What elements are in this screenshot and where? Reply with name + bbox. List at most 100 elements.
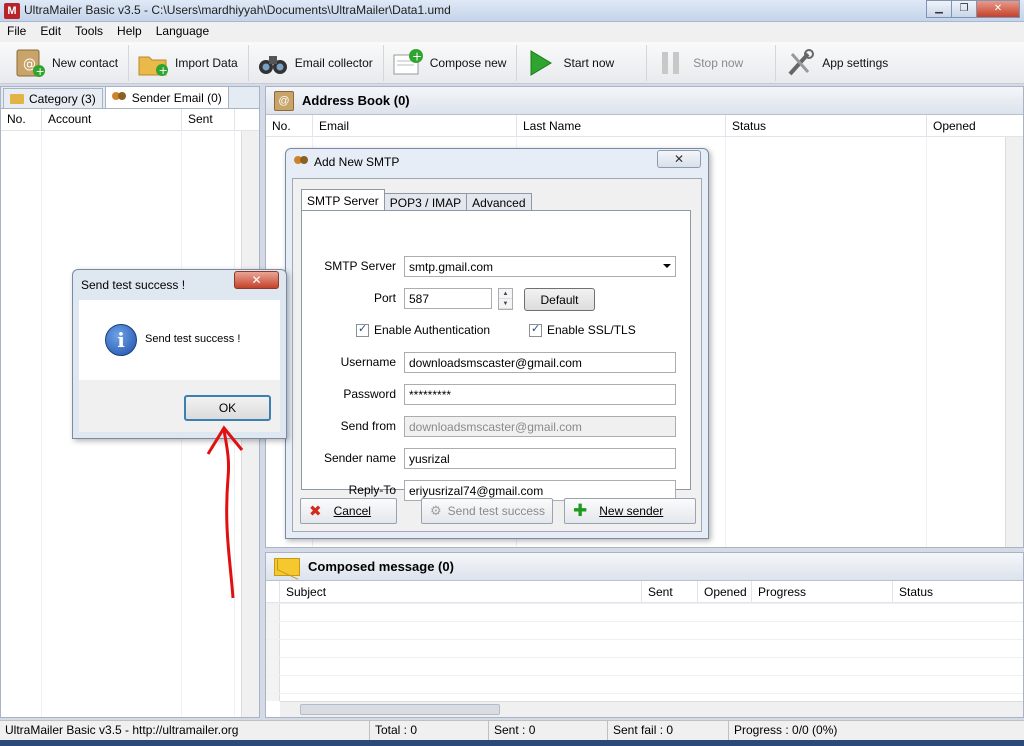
minimize-button[interactable]: ▁ (926, 0, 952, 18)
pause-icon (655, 48, 687, 78)
tab-smtp-server[interactable]: SMTP Server (301, 189, 385, 211)
col-email[interactable]: Email (313, 115, 517, 136)
import-folder-icon: + (137, 48, 169, 78)
send-test-message-box: Send test success ! ✕ i Send test succes… (72, 269, 287, 439)
col-account[interactable]: Account (42, 109, 182, 130)
tab-advanced[interactable]: Advanced (466, 193, 532, 211)
col-status[interactable]: Status (893, 581, 1003, 602)
cancel-x-icon: ✖ (309, 503, 322, 520)
envelope-icon (274, 557, 300, 576)
status-bar: UltraMailer Basic v3.5 - http://ultramai… (0, 720, 1024, 740)
menu-help[interactable]: Help (110, 22, 149, 42)
col-progress[interactable]: Progress (752, 581, 893, 602)
checkbox-checked-icon[interactable] (356, 322, 369, 337)
tab-sender-email[interactable]: Sender Email (0) (104, 86, 229, 108)
menu-tools[interactable]: Tools (68, 22, 110, 42)
menu-file[interactable]: File (0, 22, 33, 42)
svg-text:+: + (412, 49, 422, 63)
import-data-button[interactable]: + Import Data (129, 44, 249, 81)
cancel-button[interactable]: ✖ Cancel (300, 498, 397, 524)
default-button[interactable]: Default (524, 288, 595, 311)
col-no[interactable]: No. (266, 115, 313, 136)
start-now-button[interactable]: Start now (517, 44, 648, 81)
address-book-title: Address Book (0) (302, 93, 410, 108)
menu-bar: File Edit Tools Help Language (0, 22, 1024, 42)
new-contact-icon: @ + (14, 48, 46, 78)
stop-now-button[interactable]: Stop now (647, 44, 777, 81)
red-arrow-annotation (206, 425, 244, 599)
sender-name-input[interactable]: yusrizal (404, 448, 676, 469)
left-grid-header: No. Account Sent (1, 109, 259, 131)
new-sender-button[interactable]: ✚ New sender (564, 498, 696, 524)
window-title: UltraMailer Basic v3.5 - C:\Users\mardhi… (24, 3, 451, 17)
smtp-server-label: SMTP Server (324, 259, 396, 273)
app-icon: M (4, 3, 20, 19)
message-box-title: Send test success ! (81, 278, 186, 292)
status-total: Total : 0 (370, 721, 489, 740)
folder-icon (10, 93, 24, 104)
status-sent: Sent : 0 (489, 721, 608, 740)
gear-icon: ⚙ (430, 503, 442, 518)
enable-authentication-checkbox[interactable]: Enable Authentication (356, 322, 490, 337)
password-input[interactable]: ********* (404, 384, 676, 405)
port-input[interactable]: 587 (404, 288, 492, 309)
composed-message-panel: Composed message (0) Subject Sent Opened… (265, 552, 1024, 718)
send-from-input: downloadsmscaster@gmail.com (404, 416, 676, 437)
port-label: Port (373, 291, 396, 305)
composed-message-grid[interactable] (266, 603, 1023, 701)
col-last-name[interactable]: Last Name (517, 115, 726, 136)
address-book-icon: @ (274, 90, 294, 111)
people-icon (111, 91, 128, 104)
toolbar: @ + New contact + Import Data Email colle… (0, 42, 1024, 84)
col-sent[interactable]: Sent (642, 581, 698, 602)
message-box-close-button[interactable]: ✕ (234, 271, 279, 289)
menu-language[interactable]: Language (149, 22, 216, 42)
app-settings-button[interactable]: App settings (776, 45, 898, 81)
status-app: UltraMailer Basic v3.5 - http://ultramai… (0, 721, 370, 740)
tab-category[interactable]: Category (3) (3, 88, 103, 108)
close-window-button[interactable]: ✕ (976, 0, 1020, 18)
col-status[interactable]: Status (726, 115, 927, 136)
svg-text:+: + (159, 64, 168, 77)
svg-text:+: + (36, 65, 45, 78)
reply-to-label: Reply-To (348, 483, 396, 497)
username-label: Username (340, 355, 396, 369)
chevron-down-icon[interactable] (663, 264, 671, 268)
smtp-server-select[interactable]: smtp.gmail.com (404, 256, 676, 277)
binoculars-icon (257, 48, 289, 78)
dialog-close-button[interactable]: ✕ (657, 150, 701, 168)
new-contact-button[interactable]: @ + New contact (0, 44, 130, 81)
enable-ssl-checkbox[interactable]: Enable SSL/TLS (529, 322, 636, 337)
port-stepper[interactable]: ▲ ▼ (498, 288, 513, 310)
col-opened[interactable]: Opened (698, 581, 752, 602)
col-no[interactable]: No. (1, 109, 42, 130)
scroll-thumb[interactable] (300, 704, 500, 715)
horizontal-scrollbar[interactable] (280, 701, 1023, 717)
compose-new-button[interactable]: + Compose new (384, 44, 518, 81)
col-subject[interactable]: Subject (280, 581, 642, 602)
menu-edit[interactable]: Edit (33, 22, 68, 42)
taskbar (0, 740, 1024, 746)
spin-down-icon[interactable]: ▼ (499, 299, 512, 309)
send-test-button[interactable]: ⚙ Send test success (421, 498, 553, 524)
maximize-button[interactable]: ❐ (951, 0, 977, 18)
tab-pop3-imap[interactable]: POP3 / IMAP (383, 193, 468, 211)
status-progress: Progress : 0/0 (0%) (734, 723, 838, 737)
spin-up-icon[interactable]: ▲ (499, 289, 512, 299)
title-bar: M UltraMailer Basic v3.5 - C:\Users\mard… (0, 0, 1024, 22)
username-input[interactable]: downloadsmscaster@gmail.com (404, 352, 676, 373)
checkbox-checked-icon[interactable] (529, 322, 542, 337)
email-collector-button[interactable]: Email collector (249, 44, 384, 81)
people-icon (294, 156, 310, 168)
add-new-smtp-dialog: Add New SMTP ✕ SMTP Server POP3 / IMAP A… (285, 148, 709, 539)
composed-header: Subject Sent Opened Progress Status (266, 581, 1023, 603)
status-sent-fail: Sent fail : 0 (608, 721, 729, 740)
col-opened[interactable]: Opened (927, 115, 1007, 136)
address-book-scrollbar[interactable] (1005, 137, 1023, 547)
send-from-label: Send from (340, 419, 396, 433)
col-sent[interactable]: Sent (182, 109, 235, 130)
address-book-header: No. Email Last Name Status Opened (266, 115, 1023, 137)
password-label: Password (343, 387, 396, 401)
play-icon (525, 48, 557, 78)
message-text: Send test success ! (145, 333, 241, 345)
